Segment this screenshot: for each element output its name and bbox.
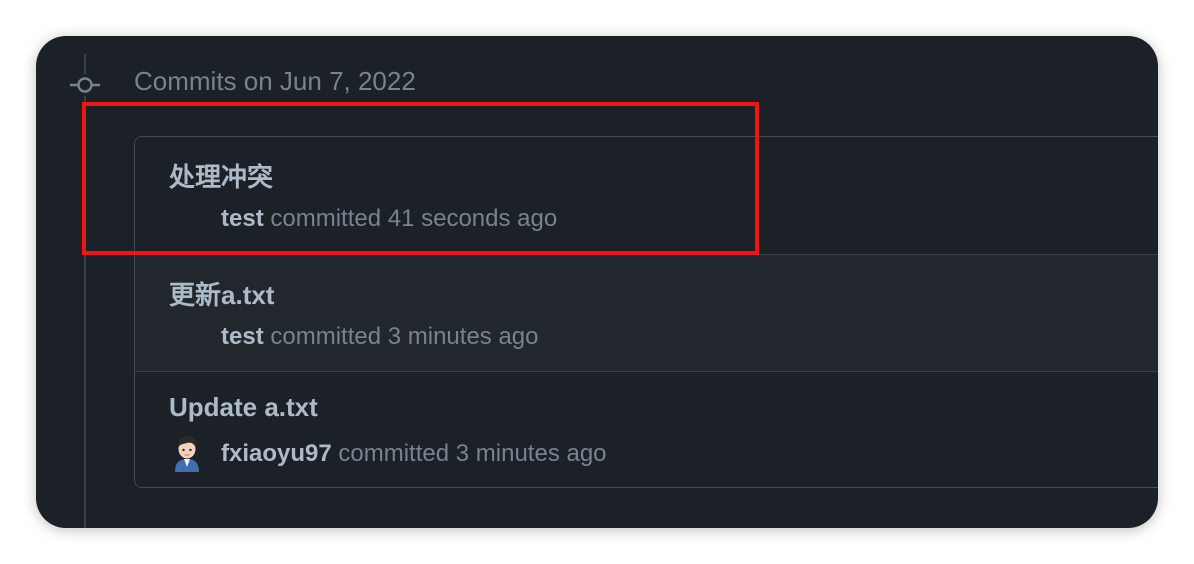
commit-date-heading: Commits on Jun 7, 2022 — [134, 66, 416, 96]
commit-row: Update a.txt fxiaoyu97 committed 3 minut… — [135, 371, 1158, 487]
commit-meta: test committed 41 seconds ago — [221, 205, 557, 233]
commit-time[interactable]: 3 minutes ago — [456, 440, 607, 467]
git-commit-icon — [70, 74, 102, 96]
commit-row: 更新a.txt test committed 3 minutes ago — [135, 254, 1158, 371]
commit-list: 处理冲突 test committed 41 seconds ago 更新a.t… — [134, 136, 1158, 488]
timeline-line — [84, 54, 86, 528]
commit-action: committed — [270, 205, 382, 232]
commit-title-link[interactable]: 更新a.txt — [169, 275, 274, 312]
commit-time[interactable]: 41 seconds ago — [388, 205, 557, 232]
commit-history-panel: Commits on Jun 7, 2022 处理冲突 test committ… — [36, 36, 1158, 528]
user-avatar-icon[interactable] — [171, 434, 203, 472]
commit-time[interactable]: 3 minutes ago — [388, 323, 539, 350]
commit-author-link[interactable]: fxiaoyu97 — [221, 440, 332, 467]
commit-author-link[interactable]: test — [221, 205, 264, 232]
commit-action: committed — [270, 323, 382, 350]
commit-title-link[interactable]: 处理冲突 — [169, 157, 273, 194]
commit-meta: test committed 3 minutes ago — [221, 323, 539, 351]
commit-action: committed — [338, 440, 450, 467]
commit-meta: fxiaoyu97 committed 3 minutes ago — [221, 440, 607, 468]
commit-author-link[interactable]: test — [221, 323, 264, 350]
commit-row: 处理冲突 test committed 41 seconds ago — [135, 137, 1158, 254]
commit-title-link[interactable]: Update a.txt — [169, 392, 318, 423]
